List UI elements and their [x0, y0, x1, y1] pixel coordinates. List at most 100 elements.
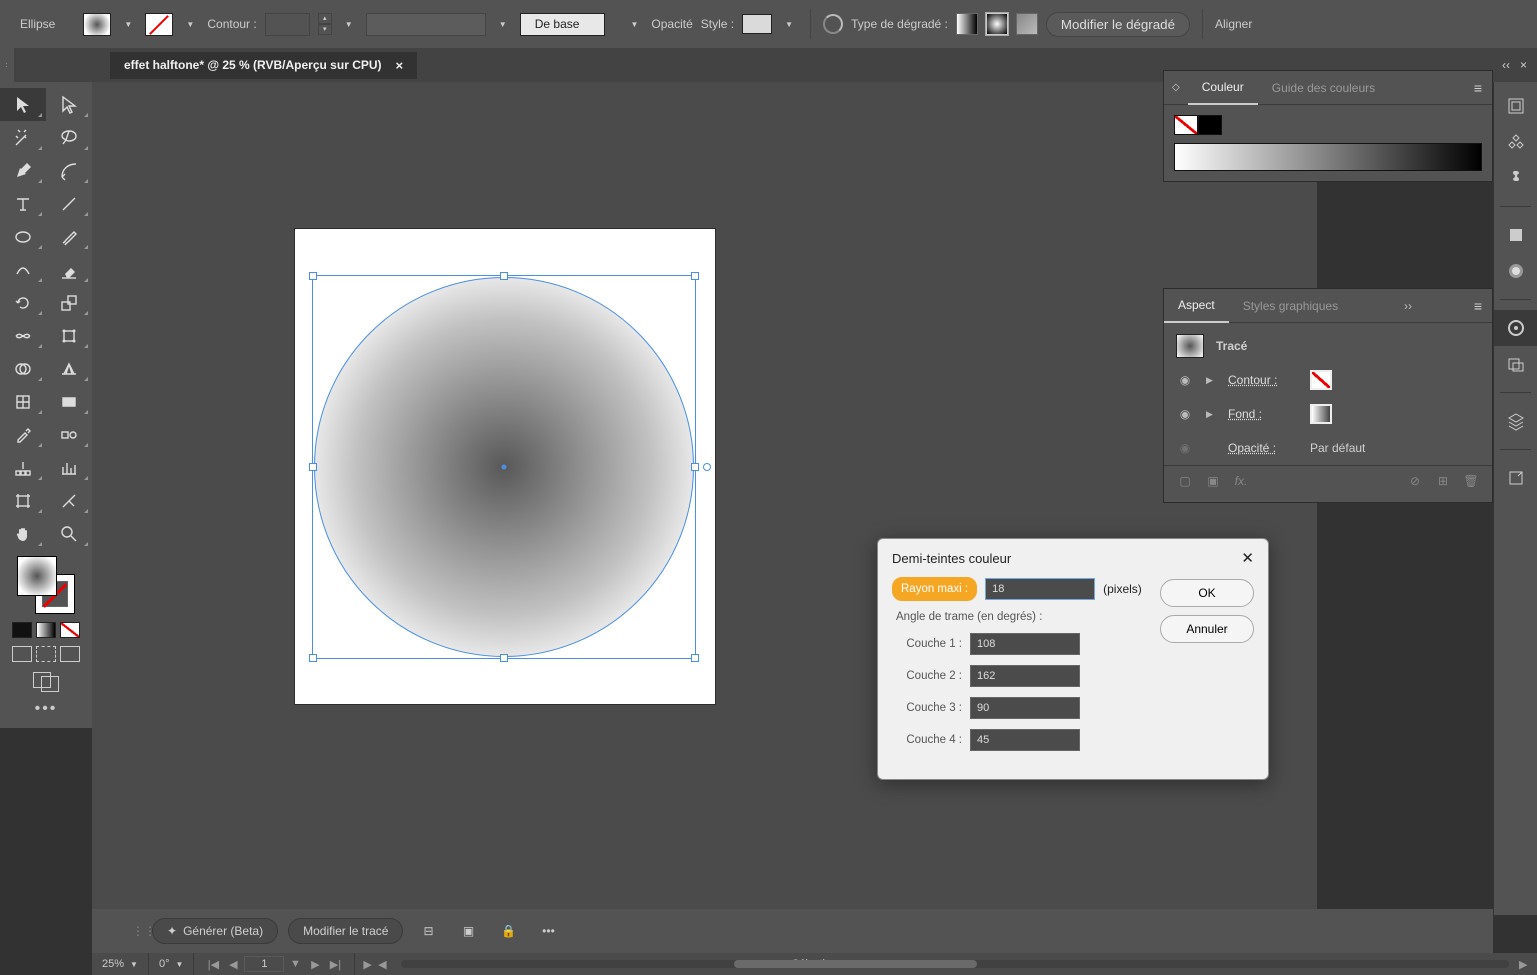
- taskbar-grip-icon[interactable]: ⋮⋮: [132, 924, 142, 938]
- gradient-endpoint[interactable]: [703, 463, 711, 471]
- grayscale-ramp[interactable]: [1174, 143, 1482, 171]
- libraries-icon[interactable]: [1494, 124, 1537, 160]
- prev-artboard-icon[interactable]: ◀: [224, 958, 242, 971]
- draw-inside-icon[interactable]: [60, 646, 80, 662]
- lasso-tool[interactable]: [46, 121, 92, 154]
- eraser-tool[interactable]: [46, 253, 92, 286]
- color-mode-btn[interactable]: [12, 622, 32, 638]
- handle-tl[interactable]: [309, 272, 317, 280]
- freeform-gradient-btn[interactable]: [1016, 13, 1038, 35]
- graphic-style-swatch[interactable]: [742, 14, 772, 34]
- handle-br[interactable]: [691, 654, 699, 662]
- ch1-input[interactable]: [970, 633, 1080, 655]
- ok-button[interactable]: OK: [1160, 579, 1254, 607]
- rotate-tool[interactable]: [0, 286, 46, 319]
- symbol-sprayer-tool[interactable]: [0, 451, 46, 484]
- line-segment-tool[interactable]: [46, 187, 92, 220]
- tab-color[interactable]: Couleur: [1188, 72, 1258, 105]
- scale-tool[interactable]: [46, 286, 92, 319]
- visibility-toggle[interactable]: ◉: [1176, 441, 1194, 455]
- opacity-row-value[interactable]: Par défaut: [1310, 441, 1365, 455]
- fill-stroke-indicator[interactable]: [17, 556, 75, 614]
- ungroup-icon[interactable]: ⊟: [413, 916, 443, 946]
- var-width-dropdown[interactable]: ▼: [494, 13, 512, 36]
- handle-bm[interactable]: [500, 654, 508, 662]
- clear-appearance-icon[interactable]: ⊘: [1406, 472, 1424, 490]
- selection-tool[interactable]: [0, 88, 46, 121]
- tab-color-guide[interactable]: Guide des couleurs: [1258, 71, 1389, 104]
- add-effect-icon[interactable]: fx.: [1232, 472, 1250, 490]
- handle-ml[interactable]: [309, 463, 317, 471]
- next-artboard-icon[interactable]: ▶: [306, 958, 324, 971]
- paintbrush-tool[interactable]: [46, 220, 92, 253]
- gradient-tool[interactable]: [46, 385, 92, 418]
- shaper-tool[interactable]: [0, 253, 46, 286]
- color-black-swatch[interactable]: [1198, 115, 1222, 135]
- stroke-swatch[interactable]: [145, 13, 173, 36]
- more-icon[interactable]: •••: [533, 916, 563, 946]
- edit-gradient-btn[interactable]: Modifier le dégradé: [1046, 12, 1190, 37]
- screen-mode-icon[interactable]: [33, 672, 59, 692]
- color-none-swatch[interactable]: [1174, 115, 1198, 135]
- fill-swatch[interactable]: [83, 13, 111, 36]
- draw-behind-icon[interactable]: [36, 646, 56, 662]
- artboard-dropdown-icon[interactable]: ▼: [286, 958, 304, 970]
- slice-tool[interactable]: [46, 484, 92, 517]
- appearance-icon[interactable]: [1494, 310, 1537, 346]
- blend-tool[interactable]: [46, 418, 92, 451]
- panel-menu-icon[interactable]: ≡: [1464, 80, 1492, 96]
- stroke-row-swatch[interactable]: [1310, 370, 1332, 390]
- handle-tr[interactable]: [691, 272, 699, 280]
- fill-dropdown[interactable]: ▼: [119, 13, 137, 36]
- artboard-number-input[interactable]: [244, 956, 284, 972]
- lock-icon[interactable]: 🔒: [493, 916, 523, 946]
- mesh-tool[interactable]: [0, 385, 46, 418]
- width-tool[interactable]: [0, 319, 46, 352]
- center-point[interactable]: [502, 465, 507, 470]
- layers-icon[interactable]: [1494, 403, 1537, 439]
- gradient-mode-btn[interactable]: [36, 622, 56, 638]
- panel-menu-icon[interactable]: ≡: [1464, 298, 1492, 314]
- visibility-toggle[interactable]: ◉: [1176, 407, 1194, 421]
- panel-collapse-icon[interactable]: ◇: [1164, 82, 1188, 93]
- gradient-panel-icon[interactable]: [1494, 253, 1537, 289]
- document-tab[interactable]: effet halftone* @ 25 % (RVB/Aperçu sur C…: [110, 52, 417, 79]
- properties-icon[interactable]: [1494, 88, 1537, 124]
- fill-row-label[interactable]: Fond :: [1228, 407, 1298, 421]
- perspective-grid-tool[interactable]: [46, 352, 92, 385]
- bounding-box[interactable]: [312, 275, 696, 659]
- radial-gradient-btn[interactable]: [986, 13, 1008, 35]
- handle-bl[interactable]: [309, 654, 317, 662]
- scroll-right-end-icon[interactable]: ▶: [1519, 958, 1537, 971]
- zoom-segment[interactable]: 25%▼: [92, 953, 149, 975]
- handle-mr[interactable]: [691, 463, 699, 471]
- stroke-weight-preset[interactable]: ▼: [340, 13, 358, 36]
- hand-tool[interactable]: [0, 517, 46, 550]
- expand-icon[interactable]: ▶: [1206, 375, 1216, 386]
- zoom-tool[interactable]: [46, 517, 92, 550]
- swatches-icon[interactable]: [1494, 160, 1537, 196]
- ch2-input[interactable]: [970, 665, 1080, 687]
- stroke-weight-spinner[interactable]: ▴▾: [318, 13, 332, 35]
- column-graph-tool[interactable]: [46, 451, 92, 484]
- panel-expand-icon[interactable]: ››: [1396, 299, 1420, 313]
- arrange-icon[interactable]: ▣: [453, 916, 483, 946]
- first-artboard-icon[interactable]: |◀: [204, 958, 222, 971]
- stroke-weight-input[interactable]: [265, 13, 310, 36]
- delete-item-icon[interactable]: 🗑: [1462, 472, 1480, 490]
- color-icon[interactable]: [1494, 217, 1537, 253]
- canvas[interactable]: [92, 82, 1317, 915]
- direct-selection-tool[interactable]: [46, 88, 92, 121]
- shape-builder-tool[interactable]: [0, 352, 46, 385]
- new-stroke-icon[interactable]: ▢: [1176, 472, 1194, 490]
- tab-graphic-styles[interactable]: Styles graphiques: [1229, 289, 1352, 322]
- edit-toolbar-icon[interactable]: •••: [0, 696, 92, 722]
- close-icon[interactable]: ✕: [1241, 549, 1254, 567]
- last-artboard-icon[interactable]: ▶|: [326, 958, 344, 971]
- new-fill-icon[interactable]: ▣: [1204, 472, 1222, 490]
- visibility-toggle[interactable]: ◉: [1176, 373, 1194, 387]
- horizontal-scrollbar[interactable]: [401, 960, 1509, 968]
- transparency-icon[interactable]: [1494, 346, 1537, 382]
- magic-wand-tool[interactable]: [0, 121, 46, 154]
- close-tab-icon[interactable]: ×: [396, 58, 404, 73]
